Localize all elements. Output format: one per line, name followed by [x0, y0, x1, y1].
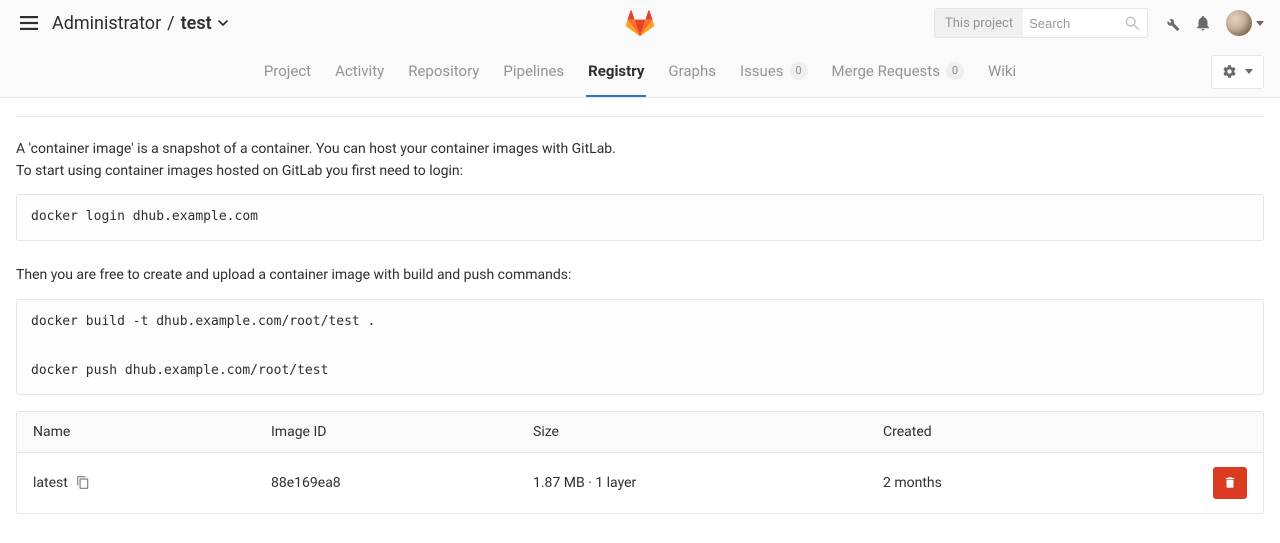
image-size: 1.87 MB · 1 layer [533, 475, 883, 491]
breadcrumb-owner: Administrator [52, 13, 161, 34]
docker-build-push-code: docker build -t dhub.example.com/root/te… [16, 299, 1264, 395]
tab-project[interactable]: Project [262, 46, 313, 97]
table-header-row: Name Image ID Size Created [17, 412, 1263, 453]
tab-repository[interactable]: Repository [406, 46, 481, 97]
col-header-image-id: Image ID [271, 424, 533, 440]
breadcrumb-project: test [181, 13, 212, 34]
col-header-size: Size [533, 424, 883, 440]
chevron-down-icon [218, 20, 228, 26]
gitlab-logo[interactable] [624, 8, 656, 38]
gear-icon [1222, 64, 1237, 79]
search-box[interactable]: This project [934, 8, 1148, 38]
trash-icon [1223, 475, 1237, 490]
user-menu[interactable] [1226, 10, 1264, 36]
breadcrumb-separator: / [167, 13, 174, 34]
tab-pipelines[interactable]: Pipelines [501, 46, 566, 97]
search-input[interactable] [1023, 16, 1117, 31]
table-row: latest 88e169ea8 1.87 MB · 1 layer 2 mon… [17, 453, 1263, 513]
mr-count-badge: 0 [946, 62, 964, 80]
page-content: A 'container image' is a snapshot of a c… [0, 116, 1280, 514]
caret-down-icon [1245, 69, 1253, 74]
col-header-name: Name [33, 424, 271, 440]
tab-registry[interactable]: Registry [586, 46, 646, 97]
intro-line-3: Then you are free to create and upload a… [16, 265, 1264, 287]
intro-line-1: A 'container image' is a snapshot of a c… [16, 139, 1264, 161]
tag-name: latest [33, 475, 68, 491]
project-settings-button[interactable] [1211, 55, 1264, 89]
col-header-created: Created [883, 424, 1197, 440]
issues-count-badge: 0 [790, 62, 808, 80]
intro-line-2: To start using container images hosted o… [16, 161, 1264, 183]
hamburger-menu[interactable] [16, 12, 42, 34]
tab-merge-requests[interactable]: Merge Requests 0 [830, 46, 966, 97]
copy-to-clipboard-icon[interactable] [76, 475, 90, 490]
tab-activity[interactable]: Activity [333, 46, 386, 97]
avatar [1226, 10, 1252, 36]
notifications-bell-icon[interactable] [1194, 14, 1212, 32]
docker-login-code: docker login dhub.example.com [16, 194, 1264, 241]
image-id: 88e169ea8 [271, 475, 533, 491]
breadcrumb[interactable]: Administrator / test [52, 13, 228, 34]
tab-graphs[interactable]: Graphs [666, 46, 718, 97]
tab-wiki[interactable]: Wiki [986, 46, 1018, 97]
tab-issues[interactable]: Issues 0 [738, 46, 810, 97]
divider [16, 116, 1264, 117]
project-tabs: Project Activity Repository Pipelines Re… [0, 46, 1280, 98]
image-created: 2 months [883, 475, 1197, 491]
images-table: Name Image ID Size Created latest 88e169… [16, 411, 1264, 514]
delete-button[interactable] [1213, 467, 1247, 499]
search-scope-label: This project [935, 9, 1023, 37]
admin-wrench-icon[interactable] [1162, 14, 1180, 32]
caret-down-icon [1256, 21, 1264, 26]
search-icon[interactable] [1117, 16, 1147, 30]
top-header: Administrator / test This project [0, 0, 1280, 46]
hamburger-icon [20, 16, 38, 30]
